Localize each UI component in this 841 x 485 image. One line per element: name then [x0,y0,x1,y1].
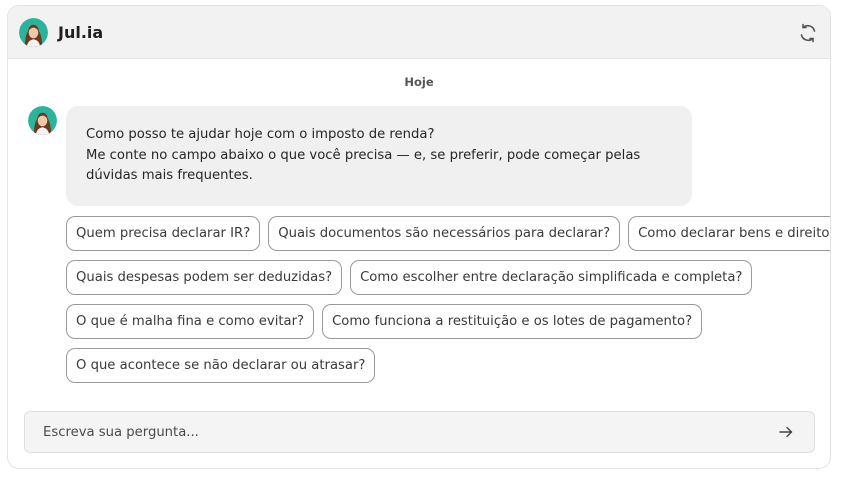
message-line: Como posso te ajudar hoje com o imposto … [86,127,435,142]
date-separator: Hoje [404,75,434,89]
message-line: Me conte no campo abaixo o que você prec… [86,147,641,184]
chat-window: Jul.ia Hoje Como posso te ajudar hoje co… [7,5,831,469]
suggestion-chip[interactable]: Como declarar bens e direitos? [628,216,830,251]
chat-header: Jul.ia [8,6,830,59]
question-input[interactable] [43,424,776,440]
arrow-right-icon[interactable] [776,422,796,442]
refresh-icon[interactable] [797,22,819,44]
suggestion-chip[interactable]: Quais documentos são necessários para de… [268,216,621,251]
suggestion-chip[interactable]: Como funciona a restituição e os lotes d… [322,304,703,339]
suggestion-row: O que é malha fina e como evitar? Como f… [66,304,703,339]
suggestion-chip[interactable]: Quem precisa declarar IR? [66,216,261,251]
suggestion-chip[interactable]: O que acontece se não declarar ou atrasa… [66,348,376,383]
assistant-message: Como posso te ajudar hoje com o imposto … [66,106,692,206]
suggestion-chip[interactable]: Quais despesas podem ser deduzidas? [66,260,343,295]
woman-avatar-icon [19,17,48,47]
suggestion-row: Quais despesas podem ser deduzidas? Como… [66,260,753,295]
question-composer [24,411,815,453]
app-title: Jul.ia [58,22,104,42]
suggestion-chip[interactable]: O que é malha fina e como evitar? [66,304,315,339]
woman-avatar-icon [28,106,57,135]
suggestion-row: O que acontece se não declarar ou atrasa… [66,348,376,383]
suggestion-chip[interactable]: Como escolher entre declaração simplific… [350,260,753,295]
suggestion-row: Quem precisa declarar IR? Quais document… [66,216,830,251]
